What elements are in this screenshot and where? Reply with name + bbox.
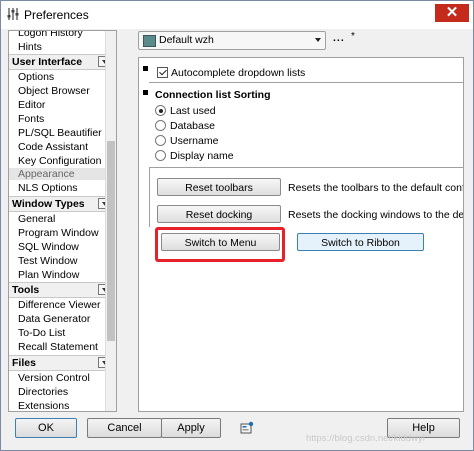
connection-sorting-group: Connection list Sorting Last used Databa… [149, 83, 463, 168]
nav-item-code-assistant[interactable]: Code Assistant [18, 141, 88, 153]
reset-docking-button[interactable]: Reset docking [157, 205, 281, 223]
sort-username-radio[interactable] [155, 135, 166, 146]
nav-item-data-generator[interactable]: Data Generator [18, 313, 90, 325]
nav-item-options[interactable]: Options [18, 71, 54, 83]
nav-item-directories[interactable]: Directories [18, 386, 68, 398]
sort-last-used-label: Last used [170, 105, 216, 117]
nav-item-nls-options[interactable]: NLS Options [18, 182, 78, 194]
template-select[interactable]: Default wzh [138, 31, 326, 50]
nav-item-recall-statement[interactable]: Recall Statement [18, 341, 98, 353]
nav-item-version-control[interactable]: Version Control [18, 372, 90, 384]
nav-item-test-window[interactable]: Test Window [18, 255, 78, 267]
nav-item-key-configuration[interactable]: Key Configuration [18, 155, 101, 167]
watermark-text: https://blog.csdn.net/kiddwyl [306, 433, 425, 444]
annotation-highlight [155, 227, 285, 262]
apply-button[interactable]: Apply [161, 418, 221, 438]
group-marker [143, 90, 148, 95]
nav-item-general[interactable]: General [18, 213, 55, 225]
autocomplete-checkbox[interactable] [157, 67, 168, 78]
nav-item-extensions[interactable]: Extensions [18, 400, 69, 411]
nav-section-label: Window Types [12, 198, 85, 210]
nav-item-editor[interactable]: Editor [18, 99, 45, 111]
sliders-icon [7, 8, 19, 20]
nav-item-sql-window[interactable]: SQL Window [18, 241, 79, 253]
pin-icon[interactable] [240, 421, 254, 435]
sort-display-name-radio[interactable] [155, 150, 166, 161]
autocomplete-group: Autocomplete dropdown lists [149, 58, 463, 83]
sort-database-label: Database [170, 120, 215, 132]
cancel-button[interactable]: Cancel [87, 418, 162, 438]
reset-toolbars-button[interactable]: Reset toolbars [157, 178, 281, 196]
reset-toolbars-description: Resets the toolbars to the default conf [288, 182, 464, 194]
switch-to-ribbon-button[interactable]: Switch to Ribbon [297, 233, 424, 251]
nav-section-user-interface[interactable]: User Interface [9, 54, 116, 70]
nav-item-plan-window[interactable]: Plan Window [18, 269, 79, 281]
nav-section-label: User Interface [12, 56, 83, 68]
reset-docking-description: Resets the docking windows to the def [288, 209, 464, 221]
nav-section-files[interactable]: Files [9, 355, 116, 371]
nav-item-hints[interactable]: Hints [18, 41, 42, 53]
nav-item-difference-viewer[interactable]: Difference Viewer [18, 299, 101, 311]
sort-display-name-label: Display name [170, 150, 234, 162]
preferences-nav-tree: Logon History Hints User Interface Optio… [8, 30, 117, 412]
autocomplete-label: Autocomplete dropdown lists [171, 67, 306, 79]
nav-item-object-browser[interactable]: Object Browser [18, 85, 90, 97]
nav-item-todo-list[interactable]: To-Do List [18, 327, 65, 339]
window-title: Preferences [24, 8, 89, 22]
more-button[interactable]: ... [333, 32, 345, 44]
nav-item-appearance[interactable]: Appearance [9, 168, 116, 180]
nav-section-tools[interactable]: Tools [9, 282, 116, 298]
nav-item-program-window[interactable]: Program Window [18, 227, 99, 239]
nav-section-label: Files [12, 357, 36, 369]
nav-item-plsql-beautifier[interactable]: PL/SQL Beautifier [18, 127, 102, 139]
modified-marker: * [351, 31, 355, 42]
nav-section-label: Tools [12, 284, 40, 296]
nav-section-window-types[interactable]: Window Types [9, 196, 116, 212]
nav-item-logon-history[interactable]: Logon History [18, 31, 83, 39]
close-button[interactable]: ✕ [435, 4, 469, 22]
nav-scrollbar[interactable] [105, 31, 116, 411]
sort-database-radio[interactable] [155, 120, 166, 131]
nav-scrollbar-thumb[interactable] [107, 141, 115, 341]
preferences-window: Preferences ✕ Logon History Hints User I… [0, 0, 474, 451]
chevron-down-icon [315, 38, 321, 42]
group-marker [143, 66, 148, 71]
sort-username-label: Username [170, 135, 219, 147]
connection-sorting-title: Connection list Sorting [155, 89, 271, 101]
nav-item-fonts[interactable]: Fonts [18, 113, 44, 125]
template-icon [143, 35, 156, 47]
sort-last-used-radio[interactable] [155, 105, 166, 116]
ok-button[interactable]: OK [15, 418, 77, 438]
template-value: Default wzh [159, 34, 214, 46]
title-bar: Preferences ✕ [1, 1, 473, 29]
